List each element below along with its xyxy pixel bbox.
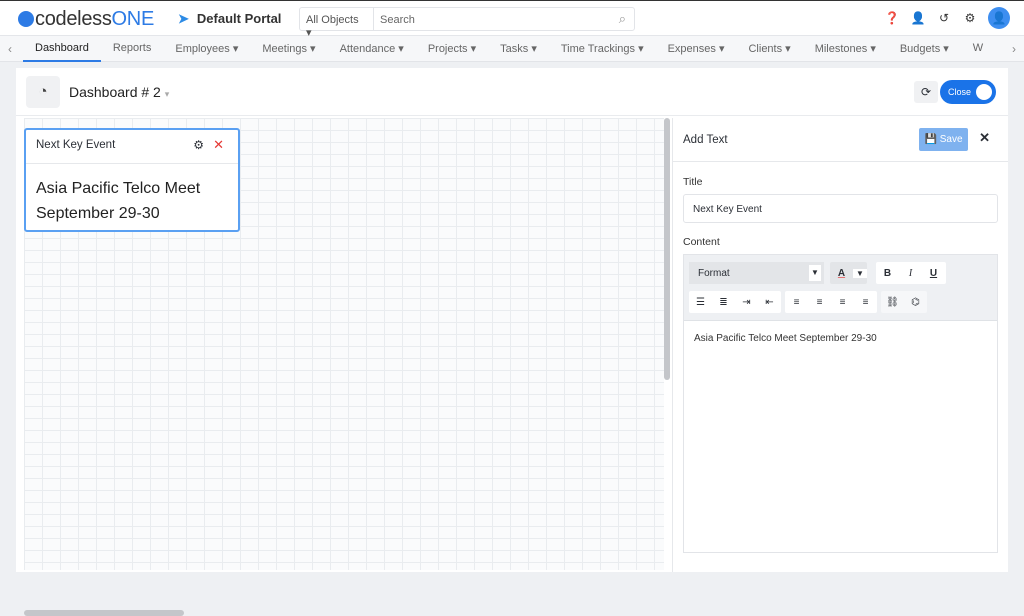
align-center-icon[interactable]: ≡ — [808, 297, 831, 308]
align-justify-icon[interactable]: ≡ — [854, 297, 877, 308]
vertical-scrollbar[interactable] — [664, 118, 670, 380]
main-nav: ‹ Dashboard Reports Employees ▾ Meetings ▾ A… — [0, 36, 1024, 62]
italic-icon[interactable]: I — [899, 268, 922, 279]
nav-scroll-right-icon[interactable]: › — [1012, 42, 1016, 56]
title-label: Title — [683, 176, 703, 188]
nav-item-projects[interactable]: Projects ▾ — [416, 36, 488, 62]
nav-item-reports[interactable]: Reports — [101, 36, 164, 62]
save-button[interactable]: 💾 Save — [919, 128, 968, 151]
search-scope-dropdown[interactable]: All Objects ▾ — [300, 8, 374, 39]
dashboard-title-dropdown[interactable]: Dashboard # 2 ▾ — [69, 84, 169, 100]
nav-item-employees[interactable]: Employees ▾ — [163, 36, 250, 62]
close-icon[interactable]: ✕ — [213, 137, 224, 153]
align-right-icon[interactable]: ≡ — [831, 297, 854, 308]
nav-item-budgets[interactable]: Budgets ▾ — [888, 36, 961, 62]
top-bar: codelessONE ➤ Default Portal All Objects … — [0, 0, 1024, 39]
bold-icon[interactable]: B — [876, 268, 899, 279]
align-left-icon[interactable]: ≡ — [785, 297, 808, 308]
nav-item-milestones[interactable]: Milestones ▾ — [803, 36, 888, 62]
nav-item-expenses[interactable]: Expenses ▾ — [656, 36, 737, 62]
indent-icon[interactable]: ⇥ — [735, 297, 758, 308]
add-text-panel: Add Text 💾 Save ✕ Title Next Key Event C… — [672, 118, 1008, 572]
search-input[interactable]: Search ⌕ — [374, 8, 634, 30]
nav-scroll-left-icon[interactable]: ‹ — [8, 42, 12, 56]
text-color-icon[interactable]: A — [830, 268, 853, 279]
logo-mark-icon — [18, 11, 34, 27]
outdent-icon[interactable]: ⇤ — [758, 297, 781, 308]
portal-switcher[interactable]: ➤ Default Portal — [178, 11, 281, 27]
pie-chart-icon: ◔ — [26, 76, 60, 108]
nav-item-attendance[interactable]: Attendance ▾ — [328, 36, 416, 62]
numbered-list-icon[interactable]: ≣ — [712, 297, 735, 308]
editor-content[interactable]: Asia Pacific Telco Meet September 29-30 — [684, 321, 997, 356]
edit-mode-toggle[interactable]: Close — [940, 80, 996, 104]
panel-title: Add Text — [683, 134, 728, 146]
nav-item-w[interactable]: W — [961, 36, 995, 62]
gear-icon[interactable]: ⚙ — [193, 138, 204, 152]
bullet-list-icon[interactable]: ☰ — [689, 297, 712, 308]
widget-content: Asia Pacific Telco Meet September 29-30 — [36, 180, 201, 222]
refresh-button[interactable]: ⟳ — [914, 81, 938, 103]
underline-icon[interactable]: U — [922, 268, 945, 279]
unlink-icon[interactable]: ⌬ — [904, 297, 927, 308]
link-icon[interactable]: ⛓ — [881, 297, 904, 308]
format-dropdown[interactable]: Format ▼ — [689, 262, 824, 284]
text-color-dropdown[interactable]: ▼ — [853, 268, 867, 278]
editor-toolbar: Format ▼ A ▼ BIU ☰ ≣ ⇥ ⇤ ≡ ≡ ≡ ≡ ⛓ ⌬ — [684, 255, 997, 321]
search-icon[interactable]: ⌕ — [619, 11, 626, 27]
avatar[interactable]: 👤 — [988, 7, 1010, 29]
dashboard-card: ◔ Dashboard # 2 ▾ ⟳ Close Next Key Event… — [16, 68, 1008, 616]
nav-item-dashboard[interactable]: Dashboard — [23, 36, 101, 62]
content-label: Content — [683, 236, 720, 248]
logo[interactable]: codelessONE — [18, 8, 154, 31]
nav-item-clients[interactable]: Clients ▾ — [736, 36, 802, 62]
nav-item-meetings[interactable]: Meetings ▾ — [250, 36, 327, 62]
gear-icon[interactable]: ⚙ — [962, 11, 978, 25]
close-icon[interactable]: ✕ — [979, 130, 990, 146]
horizontal-scrollbar[interactable] — [24, 610, 184, 616]
history-icon[interactable]: ↺ — [936, 11, 952, 25]
help-icon[interactable]: ❓ — [884, 11, 900, 25]
nav-item-tasks[interactable]: Tasks ▾ — [488, 36, 549, 62]
widget-title: Next Key Event — [36, 139, 116, 151]
nav-item-timetrackings[interactable]: Time Trackings ▾ — [549, 36, 656, 62]
paper-plane-icon: ➤ — [178, 11, 189, 26]
title-input[interactable]: Next Key Event — [683, 194, 998, 223]
rich-text-editor: Format ▼ A ▼ BIU ☰ ≣ ⇥ ⇤ ≡ ≡ ≡ ≡ ⛓ ⌬ Asia Pacific… — [683, 254, 998, 553]
global-search: All Objects ▾ Search ⌕ — [299, 7, 635, 39]
text-widget[interactable]: Next Key Event ⚙ ✕ Asia Pacific Telco Me… — [24, 128, 240, 232]
add-user-icon[interactable]: 👤 — [910, 11, 926, 25]
